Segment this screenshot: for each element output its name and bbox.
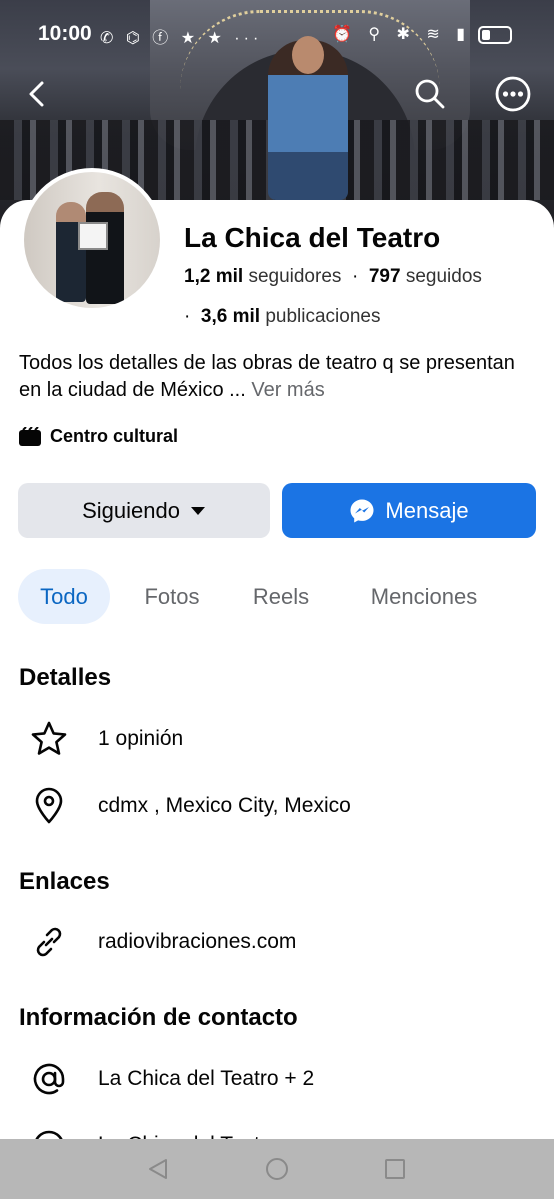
following-button[interactable]: Siguiendo bbox=[18, 483, 270, 538]
message-button[interactable]: Mensaje bbox=[282, 483, 536, 538]
page-category: Centro cultural bbox=[18, 426, 178, 447]
profile-avatar[interactable] bbox=[20, 168, 164, 312]
caret-down-icon bbox=[190, 506, 205, 515]
search-icon bbox=[415, 79, 445, 109]
see-more-link[interactable]: Ver más bbox=[251, 379, 324, 401]
page-title: La Chica del Teatro bbox=[184, 222, 441, 253]
separator-dot: · bbox=[346, 266, 364, 287]
followers-label: seguidores bbox=[248, 266, 342, 287]
battery-icon bbox=[478, 26, 512, 44]
following-label: Siguiendo bbox=[82, 497, 180, 523]
website-row[interactable]: radiovibraciones.com bbox=[30, 923, 296, 961]
status-system-icons: ⏰ ⚲ ✱ ≋ ▮ bbox=[332, 26, 472, 43]
clapperboard-icon bbox=[19, 426, 41, 446]
tab-fotos[interactable]: Fotos bbox=[130, 569, 214, 624]
nav-home-icon[interactable] bbox=[265, 1157, 289, 1181]
posts-count: 3,6 mil bbox=[200, 306, 261, 327]
avatar-person-1 bbox=[56, 202, 86, 302]
rating-row[interactable]: 1 opinión bbox=[30, 720, 183, 758]
contact-row[interactable]: La Chica del Teatro + 2 bbox=[30, 1060, 314, 1098]
cover-person bbox=[268, 36, 348, 200]
details-heading: Detalles bbox=[19, 664, 112, 691]
nav-back-icon[interactable] bbox=[146, 1157, 170, 1181]
posts-stats: · 3,6 mil publicaciones bbox=[184, 306, 380, 328]
star-icon bbox=[30, 720, 68, 758]
avatar-frame bbox=[78, 222, 108, 250]
nav-recents-icon[interactable] bbox=[383, 1157, 407, 1181]
back-button[interactable] bbox=[22, 78, 54, 110]
status-time: 10:00 bbox=[38, 22, 92, 45]
posts-label: publicaciones bbox=[265, 306, 381, 327]
message-label: Mensaje bbox=[385, 497, 469, 523]
location-row[interactable]: cdmx , Mexico City, Mexico bbox=[30, 787, 351, 825]
tab-menciones[interactable]: Menciones bbox=[350, 569, 498, 624]
profile-tabs: Todo Fotos Reels Menciones bbox=[18, 569, 538, 625]
status-bar: 10:00 ✆ ⌬ ⓕ ★ ★ ··· ⏰ ⚲ ✱ ≋ ▮ bbox=[0, 18, 554, 52]
following-label: seguidos bbox=[405, 266, 482, 287]
at-sign-icon bbox=[30, 1060, 68, 1098]
link-icon bbox=[30, 923, 68, 961]
search-button[interactable] bbox=[412, 76, 448, 112]
messenger-icon bbox=[350, 499, 374, 522]
system-nav-bar bbox=[0, 1139, 554, 1199]
more-options-button[interactable] bbox=[494, 75, 532, 113]
followers-count: 1,2 mil bbox=[184, 266, 244, 287]
chevron-left-icon bbox=[29, 81, 44, 107]
more-icon bbox=[495, 76, 531, 112]
website-link[interactable]: radiovibraciones.com bbox=[98, 930, 296, 954]
category-label: Centro cultural bbox=[50, 426, 179, 446]
contact-text: La Chica del Teatro + 2 bbox=[98, 1067, 315, 1090]
page-bio: Todos los detalles de las obras de teatr… bbox=[19, 350, 539, 404]
contact-heading: Información de contacto bbox=[19, 1004, 298, 1031]
follower-stats[interactable]: 1,2 mil seguidores · 797 seguidos bbox=[184, 266, 482, 288]
location-pin-icon bbox=[30, 787, 68, 825]
location-text: cdmx , Mexico City, Mexico bbox=[98, 794, 351, 817]
links-heading: Enlaces bbox=[19, 868, 110, 895]
rating-text: 1 opinión bbox=[98, 727, 184, 750]
separator-dot: · bbox=[184, 306, 196, 327]
avatar-photo bbox=[24, 172, 160, 308]
tab-reels[interactable]: Reels bbox=[240, 569, 322, 624]
status-app-icons: ✆ ⌬ ⓕ ★ ★ ··· bbox=[100, 30, 263, 47]
following-count: 797 bbox=[368, 266, 401, 287]
tab-todo[interactable]: Todo bbox=[18, 569, 110, 624]
